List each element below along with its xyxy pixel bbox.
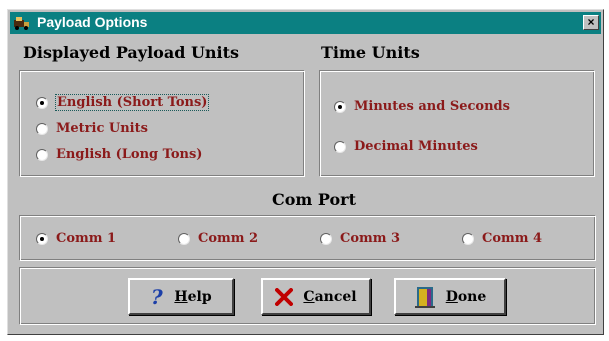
svg-text:?: ?	[151, 287, 163, 307]
radio-label: Decimal Minutes	[354, 139, 478, 154]
radio-minutes-seconds[interactable]: Minutes and Seconds	[334, 99, 510, 114]
radio-label: English (Long Tons)	[56, 147, 203, 162]
radio-button[interactable]	[36, 148, 48, 161]
help-label: Help	[174, 288, 212, 305]
close-button[interactable]: ×	[583, 15, 599, 30]
radio-comm-3[interactable]: Comm 3	[320, 231, 400, 246]
radio-button[interactable]	[334, 140, 346, 153]
truck-icon	[13, 14, 31, 32]
radio-comm-4[interactable]: Comm 4	[462, 231, 542, 246]
question-mark-icon: ?	[150, 287, 164, 307]
done-label: Done	[445, 288, 487, 305]
radio-button[interactable]	[320, 232, 332, 245]
x-icon	[275, 287, 294, 306]
radio-label: Comm 3	[340, 231, 401, 246]
radio-button[interactable]	[462, 232, 474, 245]
radio-label: Comm 2	[198, 231, 259, 246]
com-port-group: Comm 1 Comm 2 Comm 3 Comm 4	[19, 215, 596, 261]
radio-label: Comm 1	[56, 231, 117, 246]
payload-options-dialog: Payload Options × Displayed Payload Unit…	[7, 9, 604, 335]
done-button[interactable]: Done	[394, 278, 506, 315]
radio-label: Comm 4	[482, 231, 543, 246]
radio-metric-units[interactable]: Metric Units	[36, 121, 148, 136]
time-units-heading: Time Units	[321, 43, 420, 62]
window-title: Payload Options	[37, 14, 148, 30]
radio-label: Metric Units	[56, 121, 148, 136]
com-port-heading: Com Port	[272, 190, 356, 209]
radio-english-short-tons[interactable]: English (Short Tons)	[36, 94, 210, 111]
radio-decimal-minutes[interactable]: Decimal Minutes	[334, 139, 478, 154]
radio-button[interactable]	[36, 122, 48, 135]
radio-button[interactable]	[36, 96, 48, 109]
radio-comm-1[interactable]: Comm 1	[36, 231, 116, 246]
radio-label: Minutes and Seconds	[354, 99, 510, 114]
radio-label: English (Short Tons)	[54, 94, 210, 111]
cancel-button[interactable]: Cancel	[261, 278, 371, 315]
radio-button[interactable]	[178, 232, 190, 245]
radio-comm-2[interactable]: Comm 2	[178, 231, 258, 246]
button-bar: ? Help Cancel Done	[19, 267, 596, 325]
cancel-label: Cancel	[303, 288, 357, 305]
time-units-group: Minutes and Seconds Decimal Minutes	[319, 70, 595, 177]
door-icon	[414, 285, 436, 309]
radio-english-long-tons[interactable]: English (Long Tons)	[36, 147, 202, 162]
radio-button[interactable]	[334, 100, 346, 113]
payload-units-group: English (Short Tons) Metric Units Englis…	[19, 70, 305, 177]
radio-button[interactable]	[36, 232, 48, 245]
payload-units-heading: Displayed Payload Units	[23, 43, 240, 62]
title-bar[interactable]: Payload Options ×	[10, 12, 601, 34]
help-button[interactable]: ? Help	[128, 278, 234, 315]
